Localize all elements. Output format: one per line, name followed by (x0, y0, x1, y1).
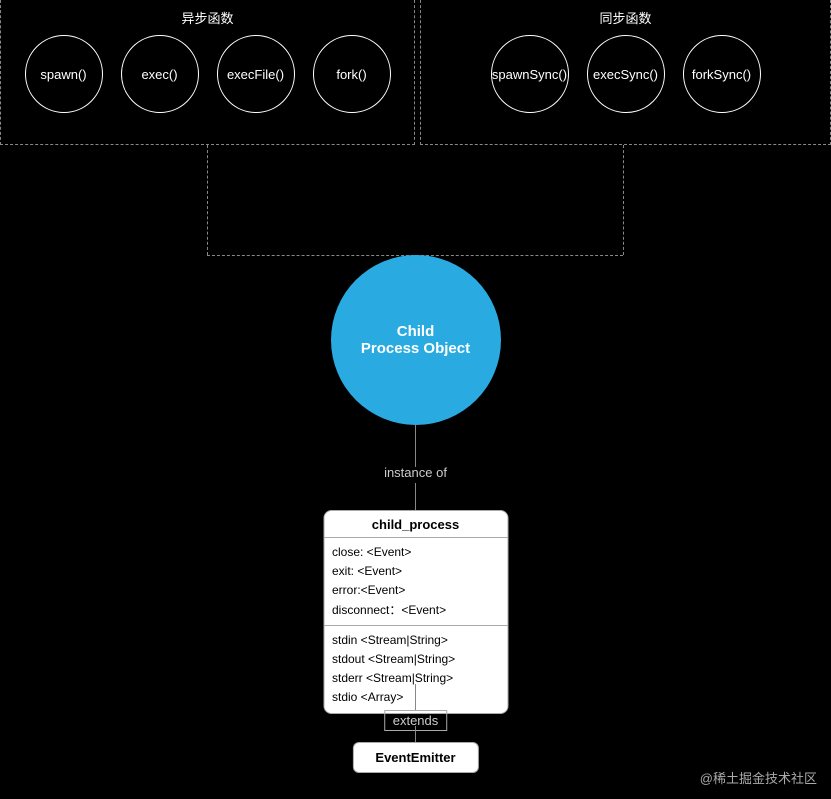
box-event-item: close: <Event> (332, 543, 499, 562)
circle-line2: Process Object (361, 340, 470, 357)
box-events: close: <Event>exit: <Event>error:<Event>… (324, 538, 507, 626)
box-event-item: disconnect：<Event> (332, 601, 499, 620)
vert-to-emitter (415, 726, 416, 742)
box-event-item: error:<Event> (332, 581, 499, 600)
child-process-box: child_process close: <Event>exit: <Event… (323, 510, 508, 714)
async-func-circle: exec() (121, 35, 199, 113)
vert-to-instance (415, 425, 416, 467)
sync-func-circle: spawnSync() (491, 35, 569, 113)
sync-section: 同步函数 spawnSync()execSync()forkSync() (420, 0, 831, 145)
box-stream-item: stdout <Stream|String> (332, 650, 499, 669)
child-process-circle: Child Process Object (331, 255, 501, 425)
sync-func-circle: execSync() (587, 35, 665, 113)
async-section: 异步函数 spawn()exec()execFile()fork() (0, 0, 415, 145)
watermark: @稀土掘金技术社区 (700, 768, 817, 787)
sync-section-label: 同步函数 (599, 8, 651, 27)
circle-line1: Child (397, 323, 435, 340)
sync-circles-row: spawnSync()execSync()forkSync() (421, 35, 830, 113)
vert-to-box (415, 483, 416, 510)
async-func-circle: fork() (313, 35, 391, 113)
async-circles-row: spawn()exec()execFile()fork() (1, 35, 414, 113)
dashed-line-left (207, 145, 208, 255)
instance-of-label: instance of (384, 465, 447, 480)
event-emitter-box: EventEmitter (352, 742, 478, 773)
box-stream-item: stdin <Stream|String> (332, 631, 499, 650)
async-func-circle: spawn() (25, 35, 103, 113)
async-func-circle: execFile() (217, 35, 295, 113)
dashed-line-right (623, 145, 624, 255)
box-title: child_process (324, 511, 507, 538)
vert-to-extends (415, 684, 416, 710)
box-event-item: exit: <Event> (332, 562, 499, 581)
sync-func-circle: forkSync() (683, 35, 761, 113)
diagram-container: 异步函数 spawn()exec()execFile()fork() 同步函数 … (0, 0, 831, 799)
async-section-label: 异步函数 (181, 8, 233, 27)
